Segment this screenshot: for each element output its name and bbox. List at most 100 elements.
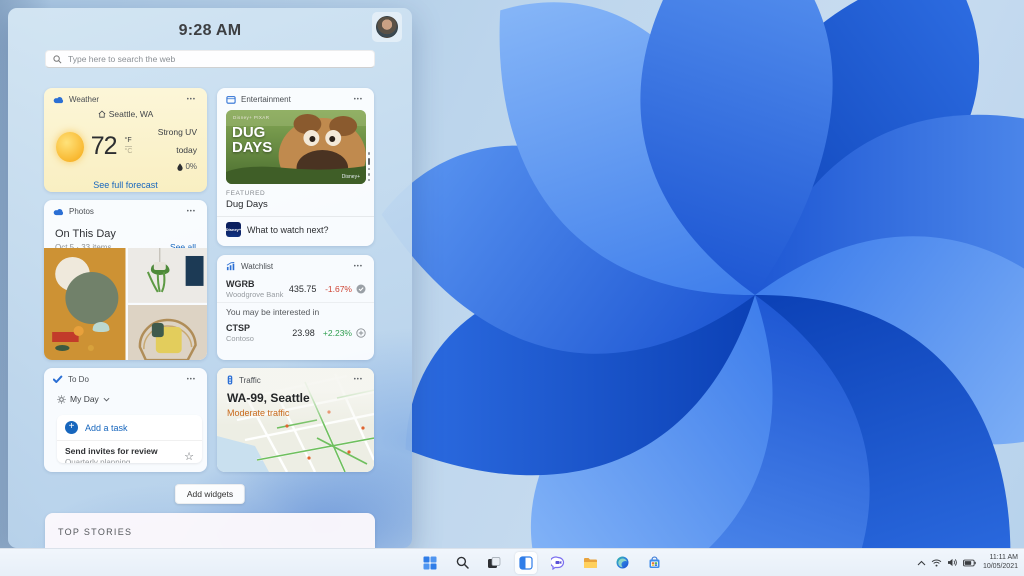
droplet-icon	[177, 163, 183, 171]
more-options-button[interactable]: •••	[184, 376, 199, 384]
carousel-dots[interactable]	[368, 152, 371, 181]
star-icon[interactable]: ☆	[184, 450, 194, 463]
photo-collage[interactable]	[44, 248, 207, 360]
traffic-icon	[226, 375, 234, 385]
profile-button[interactable]	[372, 12, 402, 42]
unit-fahrenheit[interactable]: °F	[125, 137, 133, 147]
photo-still-life[interactable]	[44, 248, 126, 360]
file-explorer-icon	[583, 557, 597, 569]
watch-next-label: What to watch next?	[247, 225, 329, 235]
tray-chevron-up-icon[interactable]	[917, 560, 926, 566]
cloud-photos-icon	[53, 208, 64, 216]
windows-logo-icon	[423, 556, 437, 570]
widget-title: Weather	[69, 95, 179, 104]
task-view-button[interactable]	[483, 552, 505, 574]
weather-precip: 0%	[185, 162, 197, 171]
added-check-button[interactable]	[356, 284, 366, 294]
add-widgets-button[interactable]: Add widgets	[175, 484, 245, 504]
search-input[interactable]	[68, 54, 367, 64]
more-options-button[interactable]: •••	[184, 96, 199, 104]
store-button[interactable]	[643, 552, 665, 574]
weather-icon	[53, 96, 64, 104]
add-task-button[interactable]: + Add a task	[57, 415, 202, 441]
search-icon	[456, 556, 469, 569]
more-options-button[interactable]: •••	[351, 96, 366, 104]
disney-plus-icon: Disney+	[226, 222, 241, 237]
avatar	[376, 16, 398, 38]
widgets-icon	[519, 556, 533, 570]
sun-icon	[56, 132, 84, 162]
tray-date: 10/05/2021	[983, 563, 1018, 572]
poster-provider: Disney+	[342, 174, 360, 180]
task-item[interactable]: Send invites for review Quarterly planni…	[57, 441, 202, 463]
weather-temp: 72	[91, 132, 117, 161]
stock-price: 23.98	[292, 328, 315, 338]
poster-title-line2: DAYS	[232, 141, 272, 155]
stock-company: Contoso	[226, 334, 292, 343]
entertainment-icon	[226, 95, 236, 104]
todo-icon	[53, 375, 63, 384]
chat-icon	[551, 556, 565, 570]
more-options-button[interactable]: •••	[184, 208, 199, 216]
taskbar: 11:11 AM 10/05/2021	[0, 548, 1024, 576]
start-button[interactable]	[419, 552, 441, 574]
traffic-route: WA-99, Seattle	[217, 389, 374, 405]
traffic-status: Moderate traffic	[217, 405, 374, 418]
stock-row[interactable]: CTSP Contoso 23.98 +2.23%	[217, 319, 374, 346]
top-stories-label: TOP STORIES	[58, 527, 132, 537]
add-stock-button[interactable]	[356, 328, 366, 338]
stock-ticker: WGRB	[226, 279, 289, 289]
widget-title: Watchlist	[241, 262, 346, 271]
edge-icon	[616, 556, 629, 569]
add-task-label: Add a task	[85, 423, 128, 433]
plus-icon: +	[65, 421, 78, 434]
task-subtitle: Quarterly planning	[65, 458, 184, 463]
widget-title: Photos	[69, 207, 179, 216]
chevron-down-icon	[103, 397, 110, 402]
watchlist-widget[interactable]: Watchlist ••• WGRB Woodgrove Bank 435.75…	[217, 255, 374, 360]
battery-icon[interactable]	[963, 559, 976, 567]
taskbar-search-button[interactable]	[451, 552, 473, 574]
store-icon	[648, 556, 661, 569]
more-options-button[interactable]: •••	[351, 376, 366, 384]
stock-change: +2.23%	[320, 328, 352, 338]
top-stories-card[interactable]: TOP STORIES	[45, 513, 375, 548]
todo-list-card: + Add a task Send invites for review Qua…	[57, 415, 202, 463]
widget-title: Traffic	[239, 376, 346, 385]
featured-title[interactable]: Dug Days	[217, 199, 374, 210]
web-search-bar[interactable]	[45, 50, 375, 68]
traffic-widget[interactable]: Traffic ••• WA-99, Seattle Moderate traf…	[217, 368, 374, 472]
see-full-forecast-link[interactable]: See full forecast	[44, 180, 207, 190]
unit-celsius[interactable]: °C	[125, 147, 133, 156]
widgets-button[interactable]	[515, 552, 537, 574]
task-title: Send invites for review	[65, 446, 184, 456]
panel-clock: 9:28 AM	[8, 22, 412, 40]
photo-wicker-chair[interactable]	[128, 305, 208, 360]
stock-row[interactable]: WGRB Woodgrove Bank 435.75 -1.67%	[217, 275, 374, 302]
featured-poster[interactable]: Disney+ PIXAR DUG DAYS Disney+	[226, 110, 366, 184]
wifi-icon[interactable]	[931, 559, 942, 567]
widgets-panel: 9:28 AM Weather •••	[8, 8, 412, 548]
entertainment-widget[interactable]: Entertainment •••	[217, 88, 374, 246]
widget-title: Entertainment	[241, 95, 346, 104]
my-day-selector[interactable]: My Day	[44, 388, 207, 404]
todo-widget[interactable]: To Do ••• My Day + Add a task	[44, 368, 207, 472]
photos-widget[interactable]: Photos ••• On This Day Oct 5 · 33 items …	[44, 200, 207, 360]
my-day-label: My Day	[70, 394, 99, 404]
stock-change: -1.67%	[321, 284, 352, 294]
weather-condition: Strong UV today	[158, 127, 197, 155]
weather-widget[interactable]: Weather ••• Seattle, WA 72 °F °C Strong …	[44, 88, 207, 192]
edge-button[interactable]	[611, 552, 633, 574]
more-options-button[interactable]: •••	[351, 263, 366, 271]
featured-label: FEATURED	[217, 184, 374, 199]
stock-company: Woodgrove Bank	[226, 290, 289, 299]
tray-time: 11:11 AM	[983, 554, 1018, 563]
watchlist-icon	[226, 262, 236, 271]
weather-location: Seattle, WA	[109, 109, 154, 119]
photo-hanging-plant[interactable]	[128, 248, 208, 303]
file-explorer-button[interactable]	[579, 552, 601, 574]
chat-button[interactable]	[547, 552, 569, 574]
volume-icon[interactable]	[947, 558, 958, 567]
tray-clock[interactable]: 11:11 AM 10/05/2021	[983, 554, 1018, 571]
watch-next-row[interactable]: Disney+ What to watch next?	[217, 217, 374, 242]
